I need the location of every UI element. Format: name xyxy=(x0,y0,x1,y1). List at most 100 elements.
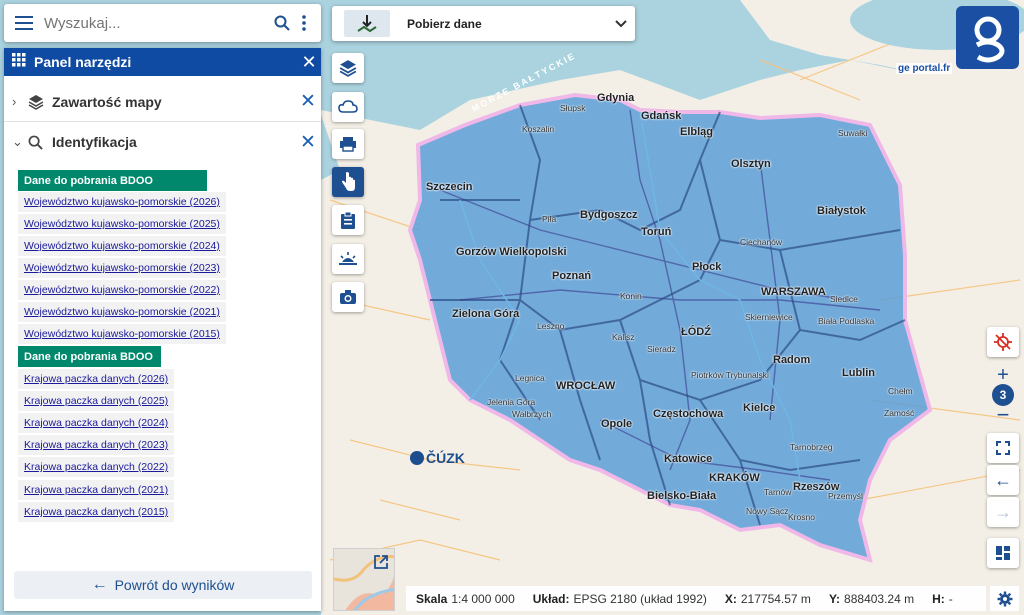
cloud-services-button[interactable] xyxy=(332,92,364,122)
city-label: Legnica xyxy=(515,373,545,383)
clipboard-icon xyxy=(341,211,355,229)
camera-icon xyxy=(340,290,356,304)
group-header-national: Dane do pobrania BDOO xyxy=(18,346,161,367)
back-to-results-label: Powrót do wyników xyxy=(114,577,235,593)
city-label: Siedlce xyxy=(830,294,858,304)
settings-button[interactable] xyxy=(990,586,1019,611)
download-link[interactable]: Województwo kujawsko-pomorskie (2023) xyxy=(18,258,226,278)
external-link-icon[interactable] xyxy=(374,555,388,574)
tool-panel-header: Panel narzędzi ✕ xyxy=(4,48,321,76)
disable-location-button[interactable] xyxy=(987,327,1019,357)
apps-grid-icon xyxy=(12,52,34,72)
previous-view-button[interactable]: ← xyxy=(987,465,1019,495)
city-label: Zamość xyxy=(884,408,915,418)
scale-value: 1:4 000 000 xyxy=(451,591,515,606)
section-identification[interactable]: ⌄ Identyfikacja ✕ xyxy=(4,122,321,162)
next-view-button[interactable]: → xyxy=(987,497,1019,527)
city-label: Tarnobrzeg xyxy=(790,442,833,452)
sunrise-icon xyxy=(339,252,357,265)
close-identification-icon[interactable]: ✕ xyxy=(295,131,321,154)
cloud-icon xyxy=(338,100,358,113)
download-link[interactable]: Krajowa paczka danych (2026) xyxy=(18,369,175,389)
zoom-out-button[interactable]: − xyxy=(987,400,1019,430)
overview-minimap[interactable] xyxy=(333,548,395,611)
download-link[interactable]: Województwo kujawsko-pomorskie (2024) xyxy=(18,236,226,256)
download-link[interactable]: Krajowa paczka danych (2021) xyxy=(18,480,175,500)
city-label: Częstochowa xyxy=(653,408,724,420)
search-icon[interactable] xyxy=(271,15,293,31)
back-to-results-button[interactable]: ← Powrót do wyników xyxy=(14,571,312,599)
chevron-down-icon[interactable]: ⌄ xyxy=(12,134,28,150)
chevron-right-icon[interactable]: › xyxy=(12,94,28,109)
download-link[interactable]: Krajowa paczka danych (2025) xyxy=(18,391,175,411)
download-link[interactable]: Krajowa paczka danych (2023) xyxy=(18,435,175,455)
download-link[interactable]: Województwo kujawsko-pomorskie (2025) xyxy=(18,214,226,234)
screenshot-button[interactable] xyxy=(332,282,364,312)
search-input[interactable] xyxy=(44,14,271,32)
city-label: Gorzów Wielkopolski xyxy=(456,246,567,258)
city-label: Sieradz xyxy=(647,344,676,354)
crs-value: EPSG 2180 (układ 1992) xyxy=(573,591,707,606)
city-label: Słupsk xyxy=(560,103,586,113)
download-data-label: Pobierz dane xyxy=(407,16,482,31)
city-label: Białystok xyxy=(817,205,866,217)
tool-panel-title: Panel narzędzi xyxy=(34,54,132,70)
city-label: Opole xyxy=(601,418,633,430)
more-options-icon[interactable] xyxy=(293,15,315,31)
city-label: Koszalin xyxy=(522,124,555,134)
city-label: Tarnów xyxy=(764,487,792,497)
geoportal-g-icon xyxy=(974,16,1004,62)
download-thumbnail-icon xyxy=(344,10,390,37)
basemap-switch-button[interactable] xyxy=(987,538,1019,568)
city-label: Katowice xyxy=(664,453,713,465)
group-header-voivodeship: Dane do pobrania BDOO xyxy=(18,170,207,191)
download-link[interactable]: Krajowa paczka danych (2024) xyxy=(18,413,175,433)
y-value: 888403.24 m xyxy=(844,591,915,606)
download-data-dropdown[interactable]: Pobierz dane xyxy=(332,6,635,41)
download-link[interactable]: Województwo kujawsko-pomorskie (2026) xyxy=(18,192,226,212)
fullscreen-icon xyxy=(996,441,1010,455)
download-link[interactable]: Województwo kujawsko-pomorskie (2021) xyxy=(18,302,226,322)
identify-button[interactable] xyxy=(332,167,364,197)
gear-icon xyxy=(997,591,1012,606)
city-label: Piotrków Trybunalski xyxy=(691,370,769,380)
measure-button[interactable] xyxy=(332,244,364,274)
download-link[interactable]: Krajowa paczka danych (2022) xyxy=(18,457,175,477)
location-off-icon xyxy=(994,333,1012,351)
city-label: ŁÓDŹ xyxy=(681,326,711,338)
city-label: WARSZAWA xyxy=(761,286,826,298)
download-link[interactable]: Krajowa paczka danych (2015) xyxy=(18,502,175,522)
city-label: Gdańsk xyxy=(641,110,682,122)
fullscreen-button[interactable] xyxy=(987,433,1019,463)
city-label: Konin xyxy=(620,291,642,301)
x-readout: X: 217754.57 m xyxy=(725,592,811,606)
close-map-contents-icon[interactable]: ✕ xyxy=(295,90,321,113)
city-label: Szczecin xyxy=(426,181,473,193)
download-link[interactable]: Województwo kujawsko-pomorskie (2022) xyxy=(18,280,226,300)
city-label: Toruń xyxy=(641,226,672,238)
city-label: Ciechanów xyxy=(740,237,783,247)
geoportal-logo[interactable] xyxy=(956,6,1019,69)
city-label: Krosno xyxy=(788,512,815,522)
city-label: Lublin xyxy=(842,367,875,379)
cuzk-text: ČÚZK xyxy=(426,450,465,466)
download-link[interactable]: Województwo kujawsko-pomorskie (2015) xyxy=(18,324,226,344)
city-label: Elbląg xyxy=(680,126,714,138)
city-label: Bydgoszcz xyxy=(580,209,638,221)
menu-icon[interactable] xyxy=(4,16,44,30)
city-label: Jelenia Góra xyxy=(487,397,536,407)
print-button[interactable] xyxy=(332,129,364,159)
section-label-map-contents: Zawartość mapy xyxy=(52,93,162,110)
h-readout: H: - xyxy=(932,592,953,606)
x-label: X: xyxy=(724,591,737,606)
city-label: Kielce xyxy=(743,402,776,414)
hand-pointer-icon xyxy=(342,172,355,191)
layers-button[interactable] xyxy=(332,53,364,83)
city-label: Leszno xyxy=(537,321,565,331)
clipboard-button[interactable] xyxy=(332,205,364,235)
search-identify-icon xyxy=(28,135,48,150)
city-label: Piła xyxy=(542,214,557,224)
close-tool-panel-icon[interactable]: ✕ xyxy=(297,52,321,73)
crs-readout: Układ: EPSG 2180 (układ 1992) xyxy=(533,592,707,606)
section-map-contents[interactable]: › Zawartość mapy ✕ xyxy=(4,82,321,122)
